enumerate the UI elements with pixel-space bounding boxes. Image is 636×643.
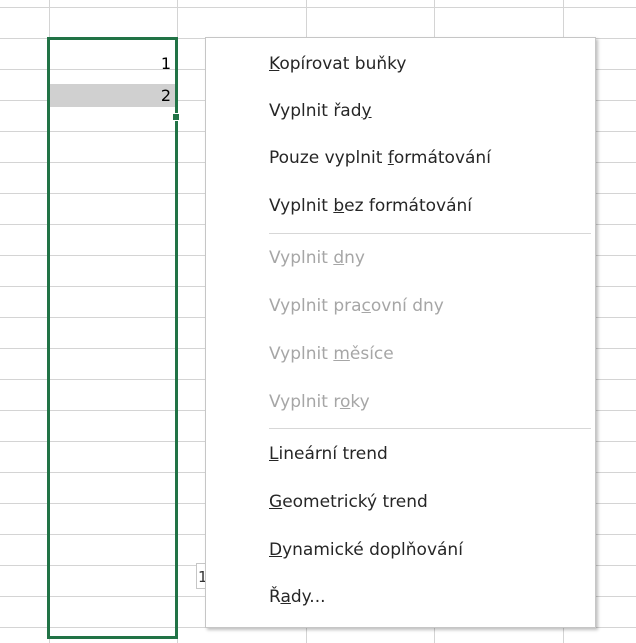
fill-handle[interactable] [172,113,180,121]
menu-item-label: ineární trend [278,444,388,464]
row-gridline [0,7,636,8]
menu-item-label: Vyplnit řad [269,101,362,121]
menu-item-fill-days: Vyplnit dny [206,236,595,280]
menu-item-series-dialog[interactable]: Řady... [206,575,595,619]
menu-item-fill-months: Vyplnit měsíce [206,332,595,376]
autofill-context-menu: Kopírovat buňky Vyplnit řady Pouze vypln… [205,37,596,628]
menu-item-growth-trend[interactable]: Geometrický trend [206,480,595,524]
menu-item-label: Vyplnit [269,344,334,364]
menu-item-accelerator: m [333,344,350,364]
menu-item-label: ynamické doplňování [282,540,463,560]
menu-item-accelerator: K [269,54,280,74]
menu-item-fill-formatting-only[interactable]: Pouze vyplnit formátování [206,136,595,180]
menu-item-label: Vyplnit r [269,392,340,412]
selection-range [47,37,178,639]
menu-item-label: Vyplnit [269,196,334,216]
menu-item-accelerator: a [280,587,291,607]
menu-item-accelerator: D [269,540,283,560]
menu-item-accelerator: b [333,196,345,216]
menu-item-fill-weekdays: Vyplnit pracovní dny [206,284,595,328]
menu-item-accelerator: d [333,248,345,268]
menu-item-label: ky [350,392,370,412]
menu-item-accelerator: G [269,492,283,512]
menu-item-label: Ř [269,587,281,607]
menu-item-fill-series[interactable]: Vyplnit řady [206,89,595,133]
menu-separator [269,233,591,234]
menu-item-label: ormátování [393,148,491,168]
menu-item-accelerator: o [339,392,351,412]
menu-item-accelerator: y [361,101,372,121]
menu-item-label: eometrický trend [282,492,428,512]
menu-item-label: Vyplnit pra [269,296,362,316]
menu-item-copy-cells[interactable]: Kopírovat buňky [206,42,595,86]
menu-item-label: dy... [290,587,326,607]
menu-item-label: Pouze vyplnit [269,148,388,168]
menu-item-fill-years: Vyplnit roky [206,380,595,424]
menu-item-label: ny [344,248,365,268]
menu-item-label: ovní dny [370,296,444,316]
menu-item-fill-without-formatting[interactable]: Vyplnit bez formátování [206,184,595,228]
menu-item-flash-fill[interactable]: Dynamické doplňování [206,528,595,572]
menu-item-label: Vyplnit [269,248,334,268]
menu-item-label: ěsíce [349,344,394,364]
menu-item-label: opírovat buňky [279,54,407,74]
menu-item-linear-trend[interactable]: Lineární trend [206,432,595,476]
menu-item-label: ez formátování [344,196,473,216]
menu-item-accelerator: c [361,296,371,316]
menu-separator [269,428,591,429]
